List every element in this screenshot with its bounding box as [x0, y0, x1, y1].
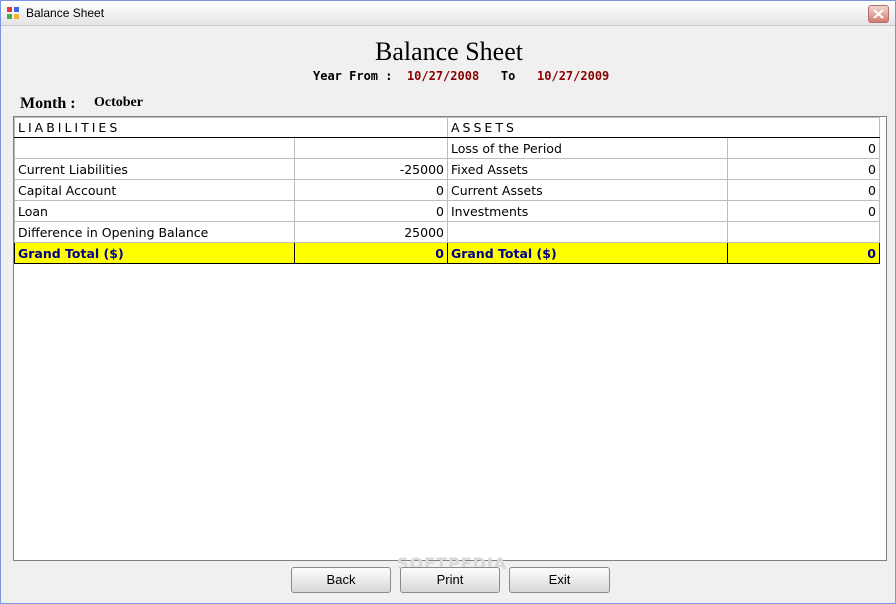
liability-value-cell[interactable]: 0	[294, 200, 448, 222]
table-row[interactable]: Loss of the Period 0	[14, 137, 880, 159]
liability-label-cell[interactable]	[14, 137, 295, 159]
from-date: 10/27/2008	[406, 69, 480, 83]
close-icon	[873, 9, 884, 19]
liability-label-cell[interactable]: Capital Account	[14, 179, 295, 201]
table-row[interactable]: Capital Account 0 Current Assets 0	[14, 179, 880, 201]
asset-value-cell[interactable]: 0	[727, 158, 880, 180]
assets-header: ASSETS	[447, 117, 880, 138]
asset-value-cell[interactable]: 0	[727, 179, 880, 201]
liability-value-cell[interactable]: -25000	[294, 158, 448, 180]
app-icon	[6, 6, 20, 20]
asset-label-cell[interactable]: Loss of the Period	[447, 137, 728, 159]
liability-label-cell[interactable]: Loan	[14, 200, 295, 222]
asset-label-cell[interactable]: Current Assets	[447, 179, 728, 201]
liability-label-cell[interactable]: Difference in Opening Balance	[14, 221, 295, 243]
asset-label-cell[interactable]	[447, 221, 728, 243]
liability-value-cell[interactable]	[294, 137, 448, 159]
balance-table: LIABILITIES ASSETS Loss of the Period 0 …	[14, 117, 880, 264]
asset-total-value[interactable]: 0	[727, 242, 880, 264]
asset-value-cell[interactable]: 0	[727, 200, 880, 222]
exit-button[interactable]: Exit	[509, 567, 610, 593]
to-label: To	[500, 69, 516, 83]
liability-value-cell[interactable]: 25000	[294, 221, 448, 243]
asset-total-label[interactable]: Grand Total ($)	[447, 242, 728, 264]
year-from-label: Year From :	[313, 69, 393, 83]
table-row[interactable]: Loan 0 Investments 0	[14, 200, 880, 222]
month-label: Month :	[20, 95, 76, 112]
asset-value-cell[interactable]: 0	[727, 137, 880, 159]
print-button[interactable]: Print	[400, 567, 500, 593]
asset-label-cell[interactable]: Fixed Assets	[447, 158, 728, 180]
window-title: Balance Sheet	[26, 6, 105, 20]
to-date: 10/27/2009	[537, 69, 610, 83]
page-title: Balance Sheet	[375, 37, 523, 66]
liability-value-cell[interactable]: 0	[294, 179, 448, 201]
month-value: October	[94, 95, 143, 110]
grand-total-row[interactable]: Grand Total ($) 0 Grand Total ($) 0	[14, 242, 880, 264]
balance-sheet-window: Balance Sheet Balance Sheet Year From : …	[0, 0, 896, 604]
back-button[interactable]: Back	[291, 567, 391, 593]
liabilities-header: LIABILITIES	[14, 117, 448, 138]
liability-label-cell[interactable]: Current Liabilities	[14, 158, 295, 180]
liability-total-value[interactable]: 0	[294, 242, 448, 264]
year-range: Year From : 10/27/2008 To 10/27/2009	[313, 69, 609, 83]
balance-grid: LIABILITIES ASSETS Loss of the Period 0 …	[13, 116, 887, 561]
close-button[interactable]	[868, 5, 889, 23]
table-row[interactable]: Current Liabilities -25000 Fixed Assets …	[14, 158, 880, 180]
liability-total-label[interactable]: Grand Total ($)	[14, 242, 295, 264]
table-header-row: LIABILITIES ASSETS	[14, 117, 880, 138]
asset-value-cell[interactable]	[727, 221, 880, 243]
table-row[interactable]: Difference in Opening Balance 25000	[14, 221, 880, 243]
title-bar[interactable]: Balance Sheet	[1, 1, 895, 26]
asset-label-cell[interactable]: Investments	[447, 200, 728, 222]
